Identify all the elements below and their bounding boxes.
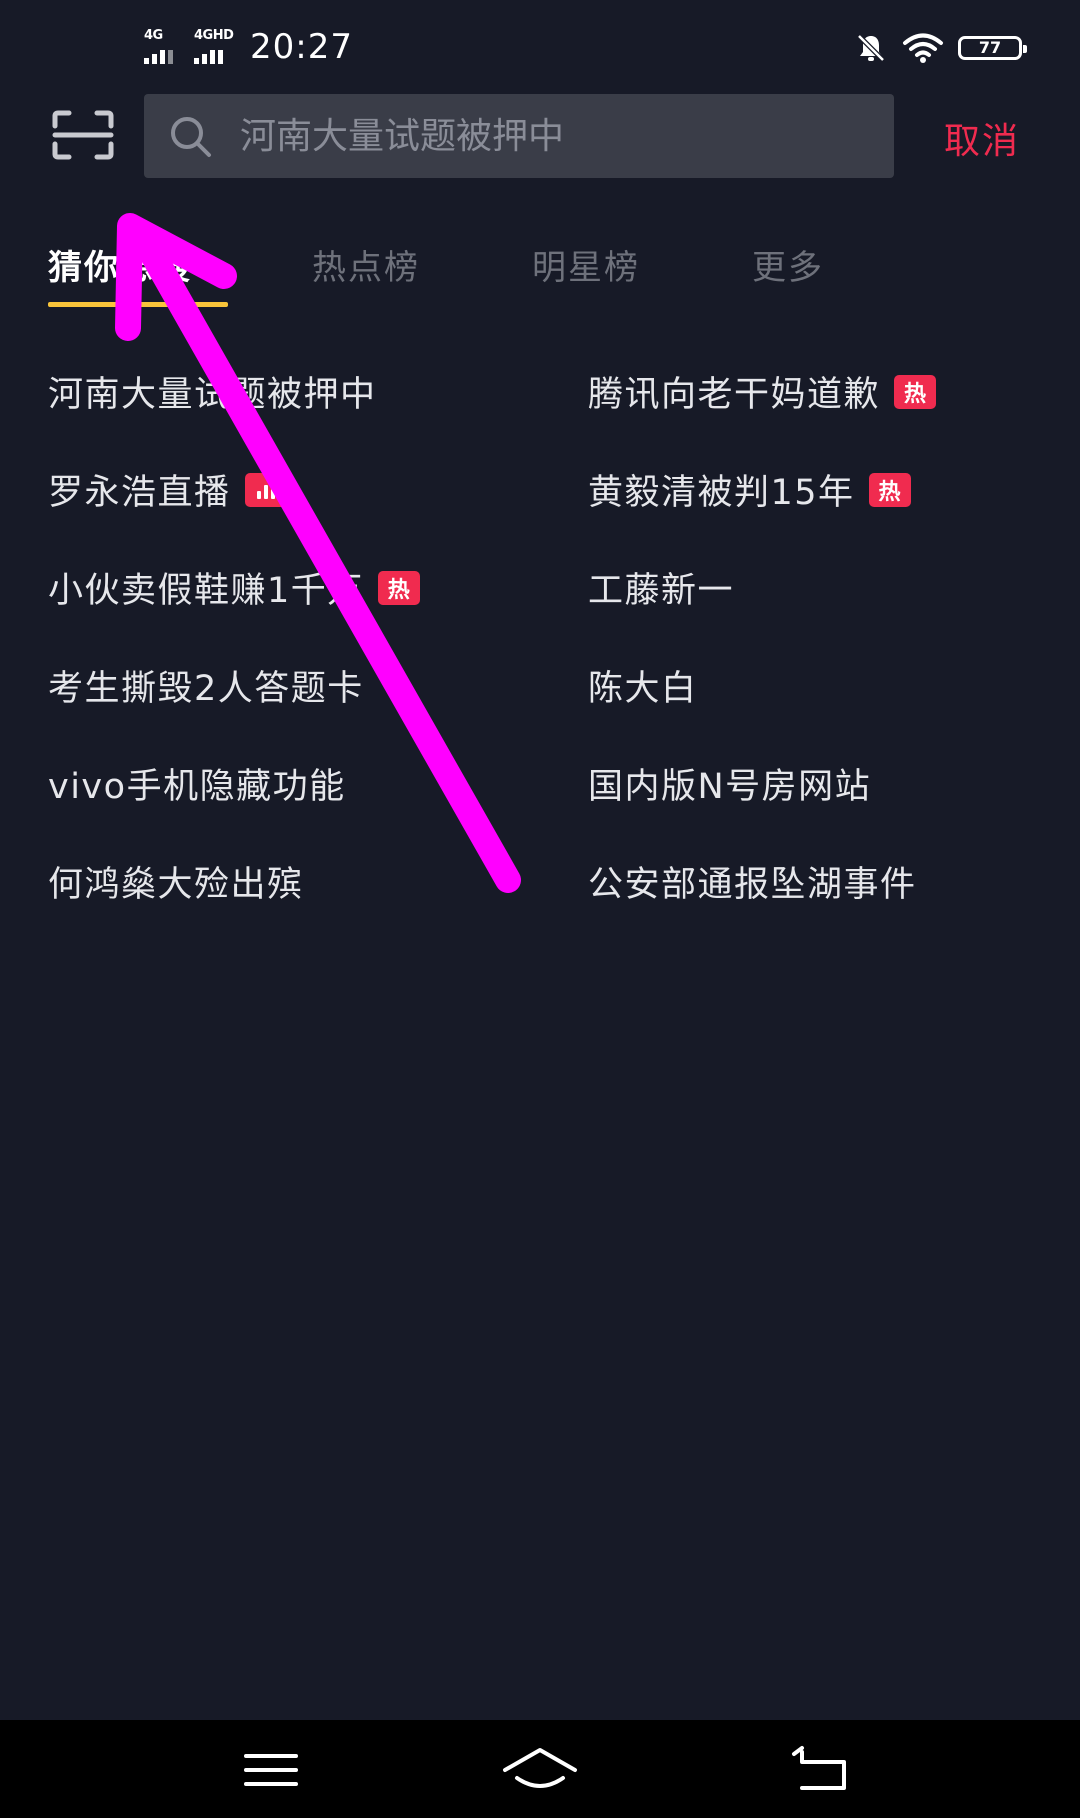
search-input[interactable]: [240, 94, 860, 178]
suggestion-text: 何鸿燊大殓出殡: [48, 865, 304, 905]
suggestion-item[interactable]: 何鸿燊大殓出殡: [48, 856, 304, 907]
signal2-label: 4GHD: [194, 28, 234, 43]
live-badge-icon: [244, 472, 287, 507]
hot-badge: 热: [894, 374, 937, 409]
suggestion-item[interactable]: 公安部通报坠湖事件: [588, 856, 917, 907]
search-box[interactable]: [144, 94, 894, 178]
suggestion-text: 陈大白: [588, 669, 698, 709]
suggestion-text: 罗永浩直播: [48, 473, 231, 513]
search-icon: [171, 117, 211, 157]
battery-icon: 77: [958, 36, 1027, 60]
suggestion-text: 河南大量试题被押中: [48, 375, 377, 415]
suggestion-item[interactable]: 陈大白: [588, 660, 698, 711]
suggestion-text: 考生撕毁2人答题卡: [48, 669, 364, 709]
home-icon[interactable]: [495, 1742, 585, 1798]
navigation-bar: [0, 1720, 1080, 1818]
suggestion-text: 国内版N号房网站: [588, 767, 872, 807]
back-icon[interactable]: [778, 1742, 868, 1798]
suggestion-text: vivo手机隐藏功能: [48, 767, 346, 807]
suggestion-text: 黄毅清被判15年: [588, 473, 855, 513]
status-bar: 4G 4GHD 20:27 77: [0, 0, 1080, 88]
suggestion-item[interactable]: 工藤新一: [588, 562, 734, 613]
suggestion-item[interactable]: 腾讯向老干妈道歉 热: [588, 366, 937, 417]
suggestion-item[interactable]: 考生撕毁2人答题卡: [48, 660, 364, 711]
suggestion-item[interactable]: 河南大量试题被押中: [48, 366, 377, 417]
screen: 4G 4GHD 20:27 77 河南大量试题被押中 取消 猜你想搜 热点榜 明…: [0, 0, 1080, 1818]
suggestion-text: 小伙卖假鞋赚1千万: [48, 571, 364, 611]
wifi-icon: [903, 33, 943, 63]
suggestion-text: 腾讯向老干妈道歉: [588, 375, 881, 415]
hot-badge: 热: [868, 472, 911, 507]
suggestion-text: 工藤新一: [588, 571, 735, 611]
signal-strength-icon: 4G: [142, 28, 182, 66]
signal-strength-icon-2: 4GHD: [192, 28, 234, 66]
status-right: 77: [854, 28, 1027, 68]
tab-hot-list[interactable]: 热点榜: [312, 240, 420, 289]
mute-bell-icon: [857, 34, 885, 62]
menu-icon[interactable]: [226, 1742, 316, 1798]
suggestion-item[interactable]: 国内版N号房网站: [588, 758, 871, 809]
battery-level: 77: [978, 38, 1002, 57]
tab-guess-you-search[interactable]: 猜你想搜: [48, 240, 192, 289]
suggestion-item[interactable]: 罗永浩直播: [48, 464, 287, 515]
tab-bar: 猜你想搜 热点榜 明星榜 更多: [0, 240, 1080, 310]
suggestion-item[interactable]: 小伙卖假鞋赚1千万 热: [48, 562, 420, 613]
clock: 20:27: [250, 27, 353, 67]
tab-star-list[interactable]: 明星榜: [532, 240, 640, 289]
status-left: 4G 4GHD 20:27: [142, 24, 353, 70]
cancel-button[interactable]: 取消: [944, 112, 1020, 164]
scan-icon[interactable]: [52, 110, 114, 160]
signal1-label: 4G: [144, 28, 163, 43]
active-tab-indicator: [48, 302, 228, 307]
suggestion-item[interactable]: 黄毅清被判15年 热: [588, 464, 911, 515]
suggestion-text: 公安部通报坠湖事件: [588, 865, 917, 905]
suggestion-item[interactable]: vivo手机隐藏功能: [48, 758, 346, 809]
tab-more[interactable]: 更多: [752, 240, 824, 289]
hot-badge: 热: [377, 570, 420, 605]
